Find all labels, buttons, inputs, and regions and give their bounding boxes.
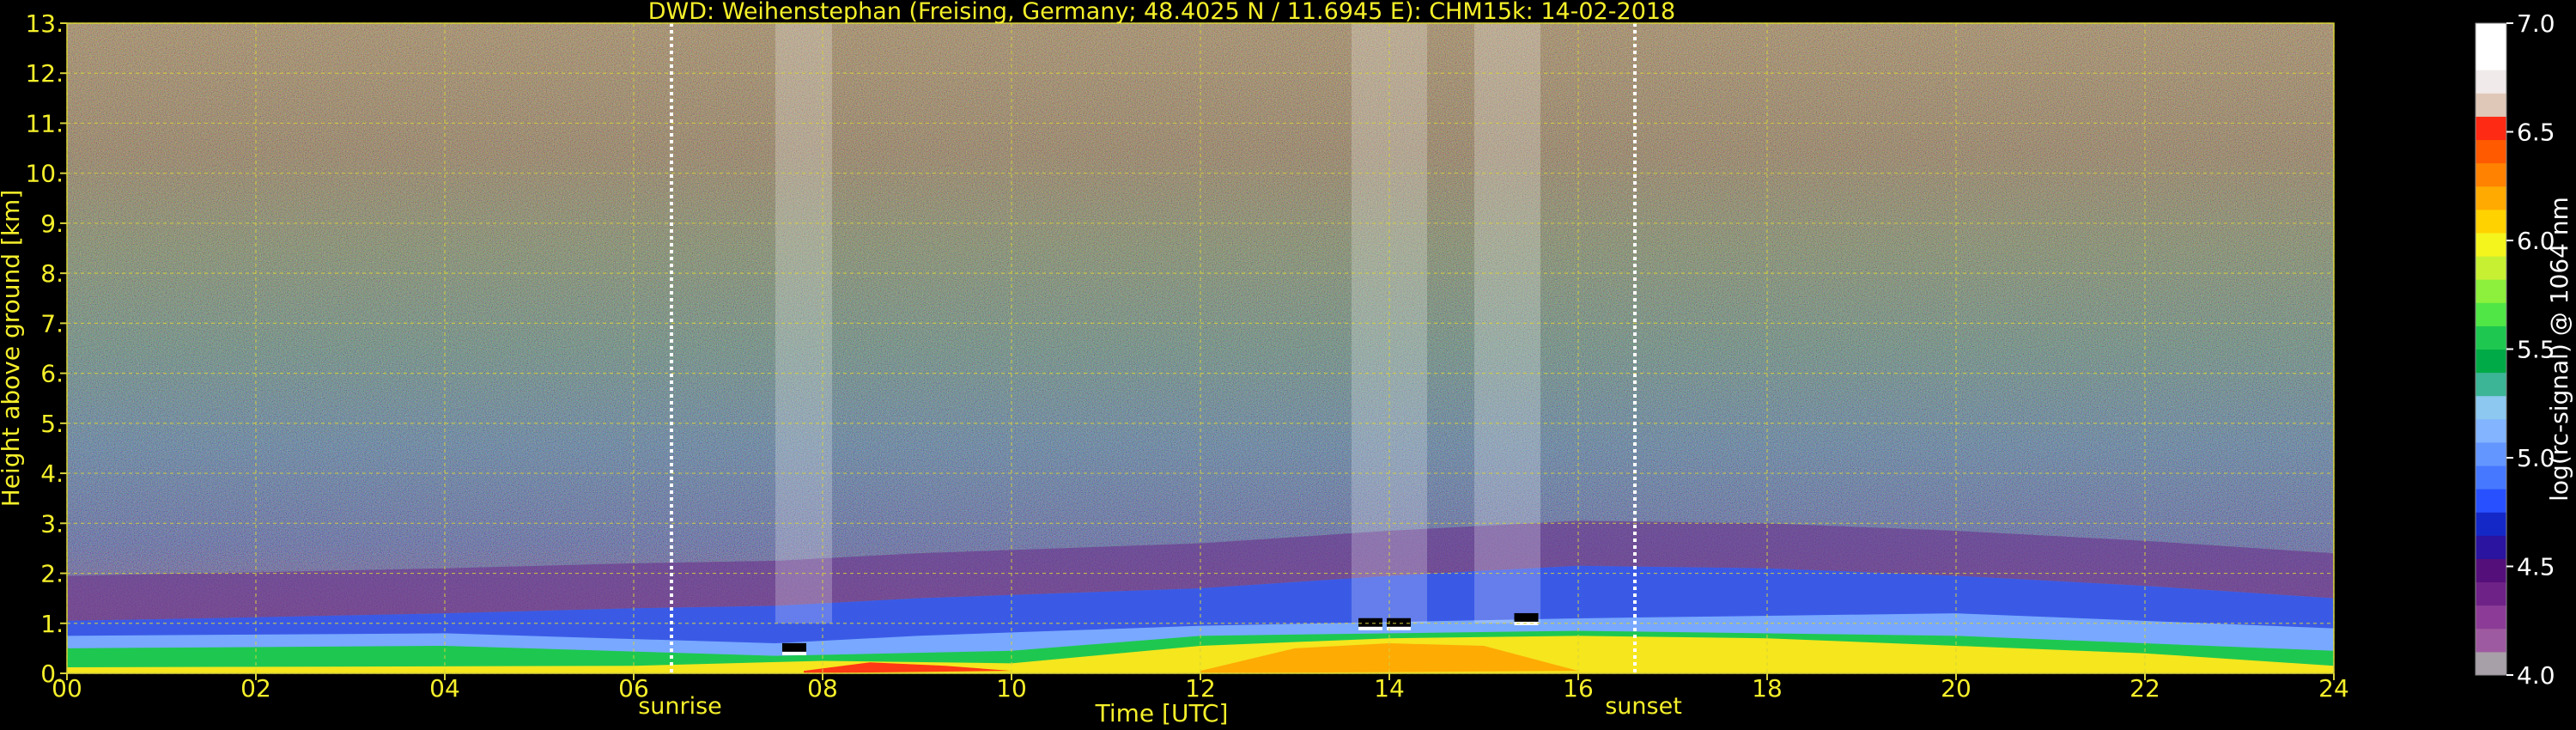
colorbar-segment: [2476, 70, 2506, 94]
y-tick-label: 12.: [25, 59, 64, 88]
cloud-base-edge-0: [782, 651, 806, 655]
x-axis-label: Time [UTC]: [1095, 699, 1229, 727]
x-tick-label: 08: [807, 674, 838, 703]
y-tick-label: 13.: [25, 9, 64, 38]
sunrise-label: sunrise: [638, 693, 722, 720]
colorbar-segment: [2476, 302, 2506, 326]
y-tick-label: 7.: [40, 309, 64, 338]
y-tick-label: 8.: [40, 259, 64, 288]
y-tick-label: 10.: [25, 160, 64, 188]
ceilometer-chart: sunrise sunset00 02 04 06 08 10 12 14 16 18 20 22 240…: [0, 0, 2573, 727]
chart-title: DWD: Weihenstephan (Freising, Germany; 4…: [648, 0, 1676, 25]
x-tick-label: 14: [1374, 674, 1405, 703]
y-tick-label: 9.: [40, 210, 64, 238]
colorbar-segment: [2476, 116, 2506, 141]
colorbar-segment: [2476, 93, 2506, 117]
y-tick-label: 2.: [40, 560, 64, 588]
colorbar-label: log(rc-signal) @ 1064 nm: [2545, 197, 2573, 502]
x-tick-label: 04: [429, 674, 460, 703]
colorbar-segment: [2476, 23, 2506, 47]
colorbar-segment: [2476, 256, 2506, 280]
cloud-base-edge-2: [1387, 626, 1411, 630]
colorbar-segment: [2476, 465, 2506, 490]
colorbar-segment: [2476, 46, 2506, 70]
colorbar-segment: [2476, 279, 2506, 303]
colorbar-segment: [2476, 628, 2506, 653]
x-tick-label: 24: [2318, 674, 2349, 703]
y-tick-label: 1.: [40, 610, 64, 638]
colorbar-segment: [2476, 209, 2506, 234]
colorbar-segment: [2476, 372, 2506, 397]
y-tick-label: 3.: [40, 509, 64, 538]
colorbar-segment: [2476, 558, 2506, 583]
colorbar-segment: [2476, 489, 2506, 513]
x-tick-label: 16: [1563, 674, 1594, 703]
y-tick-label: 5.: [40, 410, 64, 438]
colorbar-segment: [2476, 162, 2506, 187]
colorbar-segment: [2476, 395, 2506, 420]
x-tick-label: 02: [240, 674, 271, 703]
y-tick-label: 6.: [40, 360, 64, 388]
x-tick-label: 10: [996, 674, 1027, 703]
colorbar-segment: [2476, 325, 2506, 350]
colorbar-segment: [2476, 186, 2506, 210]
colorbar-segment: [2476, 139, 2506, 164]
colorbar-segment: [2476, 605, 2506, 630]
sunset-label: sunset: [1605, 693, 1682, 720]
x-tick-label: 06: [618, 674, 649, 703]
y-tick-label: 11.: [25, 109, 64, 137]
x-tick-label: 18: [1752, 674, 1783, 703]
colorbar-segment: [2476, 581, 2506, 606]
colorbar-tick-label: 4.5: [2517, 553, 2555, 581]
x-tick-label: 22: [2129, 674, 2160, 703]
y-axis-label: Height above ground [km]: [0, 190, 25, 508]
colorbar-segment: [2476, 441, 2506, 466]
colorbar-segment: [2476, 512, 2506, 536]
colorbar-segment: [2476, 418, 2506, 443]
colorbar-segment: [2476, 651, 2506, 676]
x-tick-label: 20: [1941, 674, 1971, 703]
colorbar-tick-label: 6.5: [2517, 119, 2555, 147]
y-tick-label: 0.: [40, 660, 64, 688]
colorbar-segment: [2476, 535, 2506, 559]
colorbar-tick-label: 7.0: [2517, 9, 2555, 38]
y-tick-label: 4.: [40, 459, 64, 488]
colorbar-segment: [2476, 349, 2506, 374]
colorbar-tick-label: 4.0: [2517, 661, 2555, 690]
colorbar-segment: [2476, 232, 2506, 257]
cloud-base-edge-1: [1358, 626, 1382, 630]
